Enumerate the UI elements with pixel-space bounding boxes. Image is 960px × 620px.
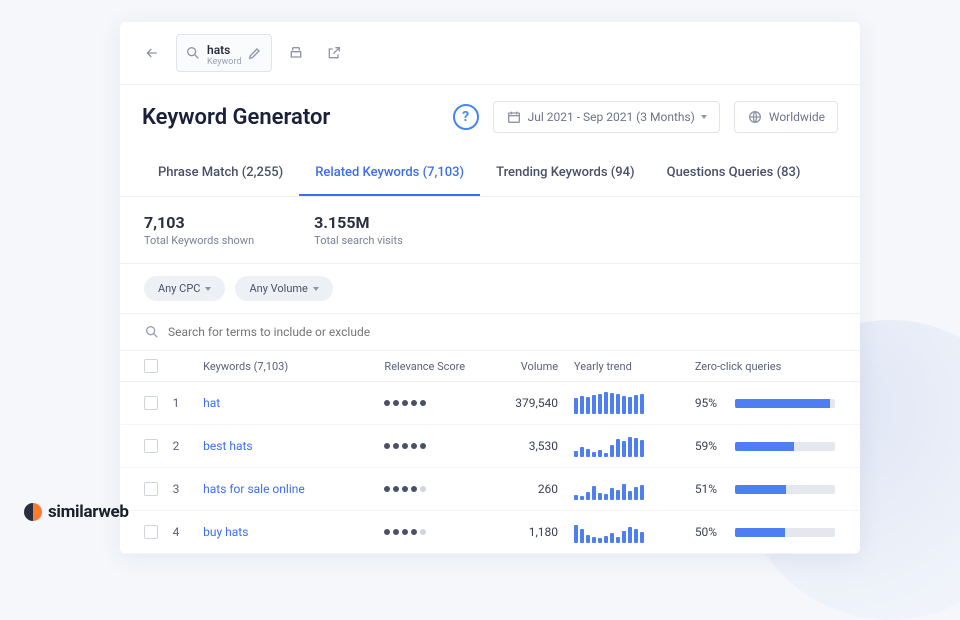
- zero-click-pct: 50%: [695, 525, 725, 539]
- col-volume[interactable]: Volume: [489, 360, 558, 373]
- pencil-icon[interactable]: [247, 45, 263, 61]
- row-checkbox[interactable]: [144, 439, 158, 453]
- keyword-link[interactable]: buy hats: [203, 525, 248, 539]
- table-search-input[interactable]: [168, 325, 836, 339]
- row-index: 2: [173, 439, 180, 453]
- zero-click-cell: 51%: [695, 482, 836, 496]
- stat-total-visits: 3.155M Total search visits: [314, 213, 403, 247]
- col-zero-click[interactable]: Zero-click queries: [683, 360, 836, 373]
- filter-cpc[interactable]: Any CPC: [144, 276, 225, 301]
- stat-label: Total Keywords shown: [144, 234, 254, 247]
- search-icon: [185, 45, 201, 61]
- table-row: 1 hat 379,540 95%: [120, 382, 860, 425]
- relevance-dots: [384, 529, 489, 535]
- zero-click-cell: 50%: [695, 525, 836, 539]
- stat-label: Total search visits: [314, 234, 403, 247]
- yearly-trend-sparkline: [574, 392, 683, 414]
- row-index: 4: [173, 525, 180, 539]
- table-row: 4 buy hats 1,180 50%: [120, 511, 860, 554]
- chevron-down-icon: [313, 287, 319, 291]
- zero-click-pct: 59%: [695, 439, 725, 453]
- back-button[interactable]: [138, 39, 166, 67]
- tab-2[interactable]: Trending Keywords (94): [480, 151, 651, 196]
- date-range-picker[interactable]: Jul 2021 - Sep 2021 (3 Months): [493, 101, 720, 133]
- filters-row: Any CPC Any Volume: [120, 264, 860, 314]
- table-body: 1 hat 379,540 95% 2 best hats 3,530 59% 3 hats fo…: [120, 382, 860, 554]
- tabs: Phrase Match (2,255)Related Keywords (7,…: [120, 151, 860, 197]
- search-type: Keyword: [207, 57, 241, 67]
- chevron-down-icon: [701, 115, 707, 119]
- chevron-down-icon: [205, 287, 211, 291]
- zero-click-cell: 95%: [695, 396, 836, 410]
- date-range-label: Jul 2021 - Sep 2021 (3 Months): [528, 110, 695, 124]
- volume-value: 260: [489, 482, 558, 496]
- volume-value: 1,180: [489, 525, 558, 539]
- filter-label: Any Volume: [249, 282, 307, 295]
- row-checkbox[interactable]: [144, 396, 158, 410]
- relevance-dots: [384, 443, 489, 449]
- volume-value: 379,540: [489, 396, 558, 410]
- col-relevance[interactable]: Relevance Score: [384, 360, 489, 373]
- tab-1[interactable]: Related Keywords (7,103): [299, 151, 480, 196]
- table-header: Keywords (7,103) Relevance Score Volume …: [120, 351, 860, 382]
- main-panel: hats Keyword Keyword Generator ? Jul 202…: [120, 22, 860, 554]
- brand: similarweb: [24, 502, 129, 522]
- relevance-dots: [384, 400, 489, 406]
- yearly-trend-sparkline: [574, 435, 683, 457]
- filter-label: Any CPC: [158, 282, 200, 295]
- search-icon: [144, 324, 160, 340]
- col-trend[interactable]: Yearly trend: [558, 360, 683, 373]
- header: Keyword Generator ? Jul 2021 - Sep 2021 …: [120, 85, 860, 151]
- zero-click-cell: 59%: [695, 439, 836, 453]
- table-search: [120, 314, 860, 351]
- stats-row: 7,103 Total Keywords shown 3.155M Total …: [120, 197, 860, 264]
- external-link-button[interactable]: [320, 39, 348, 67]
- table-row: 2 best hats 3,530 59%: [120, 425, 860, 468]
- help-button[interactable]: ?: [453, 104, 479, 130]
- row-checkbox[interactable]: [144, 482, 158, 496]
- keyword-link[interactable]: hat: [203, 396, 220, 410]
- row-index: 3: [173, 482, 180, 496]
- zero-click-pct: 95%: [695, 396, 725, 410]
- region-picker[interactable]: Worldwide: [734, 101, 838, 133]
- table-row: 3 hats for sale online 260 51%: [120, 468, 860, 511]
- row-index: 1: [173, 396, 180, 410]
- yearly-trend-sparkline: [574, 478, 683, 500]
- row-checkbox[interactable]: [144, 525, 158, 539]
- calendar-icon: [506, 109, 522, 125]
- tab-0[interactable]: Phrase Match (2,255): [142, 151, 299, 196]
- relevance-dots: [384, 486, 489, 492]
- page-title: Keyword Generator: [142, 105, 330, 130]
- col-keywords[interactable]: Keywords (7,103): [203, 360, 384, 373]
- tab-3[interactable]: Questions Queries (83): [651, 151, 817, 196]
- select-all-checkbox[interactable]: [144, 359, 158, 373]
- stat-value: 3.155M: [314, 213, 403, 232]
- tray-button[interactable]: [282, 39, 310, 67]
- globe-icon: [747, 109, 763, 125]
- filter-volume[interactable]: Any Volume: [235, 276, 332, 301]
- zero-click-pct: 51%: [695, 482, 725, 496]
- topbar: hats Keyword: [120, 22, 860, 85]
- brand-text: similarweb: [48, 502, 129, 522]
- stat-total-keywords: 7,103 Total Keywords shown: [144, 213, 254, 247]
- search-term: hats: [207, 43, 230, 57]
- stat-value: 7,103: [144, 213, 254, 232]
- search-chip[interactable]: hats Keyword: [176, 34, 272, 72]
- region-label: Worldwide: [769, 110, 825, 124]
- keyword-link[interactable]: best hats: [203, 439, 252, 453]
- volume-value: 3,530: [489, 439, 558, 453]
- brand-logo-icon: [24, 503, 42, 521]
- keyword-link[interactable]: hats for sale online: [203, 482, 305, 496]
